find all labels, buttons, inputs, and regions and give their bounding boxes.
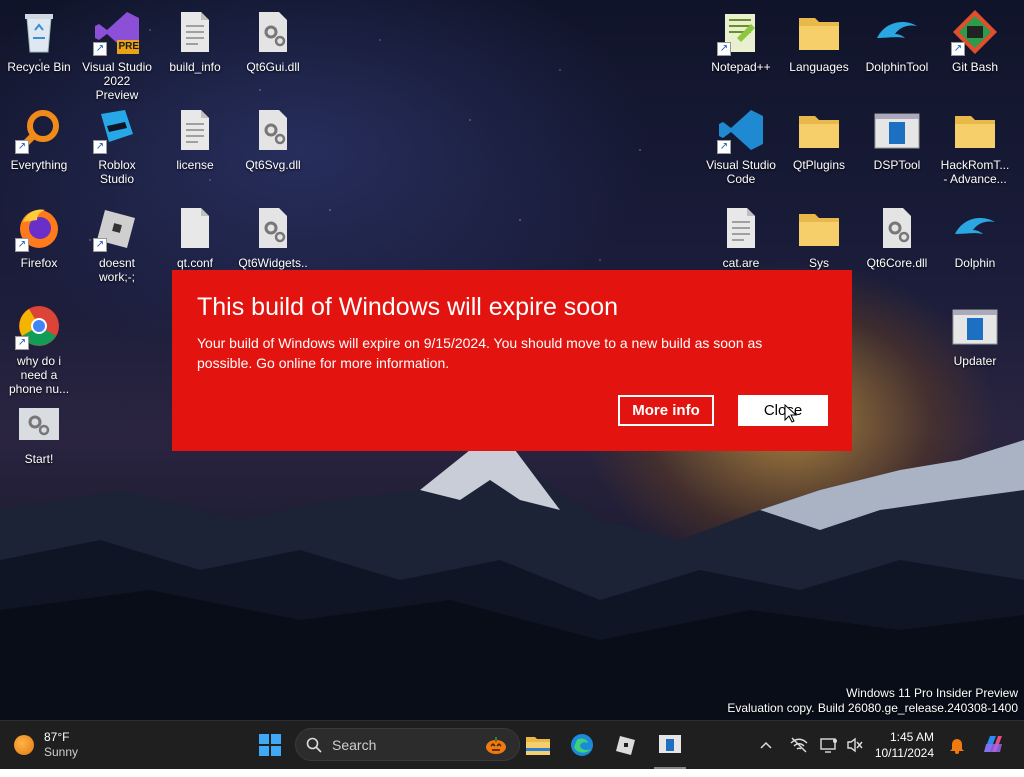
tray-copilot[interactable] <box>978 721 1008 769</box>
desktop-icon-qt6core[interactable]: Qt6Core.dll <box>861 204 933 270</box>
desktop-icon-qt6gui[interactable]: Qt6Gui.dll <box>237 8 309 74</box>
taskbar-edge[interactable] <box>566 721 598 769</box>
dialog-title: This build of Windows will expire soon <box>197 293 619 321</box>
display-icon <box>820 738 837 753</box>
weather-widget[interactable]: 87°F Sunny <box>14 721 104 769</box>
expiration-dialog: This build of Windows will expire soon Y… <box>172 270 852 451</box>
shortcut-arrow-icon: ↗ <box>717 42 731 56</box>
shortcut-arrow-icon: ↗ <box>93 42 107 56</box>
search-box[interactable]: Search <box>295 728 520 761</box>
settings-file-icon <box>19 408 59 440</box>
preview-badge: PRE <box>118 41 139 52</box>
clock-date: 10/11/2024 <box>874 746 934 760</box>
taskbar-file-explorer[interactable] <box>522 721 554 769</box>
desktop-icon-vscode[interactable]: ↗ Visual Studio Code <box>705 106 777 186</box>
dll-file-icon <box>259 208 287 248</box>
network-off-icon <box>790 737 808 753</box>
dolphin-icon <box>877 22 917 38</box>
app-window-icon <box>952 309 998 345</box>
more-info-button[interactable]: More info <box>618 395 714 426</box>
desktop: Recycle Bin PRE ↗ Visual Studio 2022 Prev… <box>0 0 1024 720</box>
desktop-icon-dolphintool[interactable]: DolphinTool <box>861 8 933 74</box>
shortcut-arrow-icon: ↗ <box>93 238 107 252</box>
tray-overflow[interactable] <box>756 721 776 769</box>
roblox-icon <box>616 736 635 755</box>
pumpkin-icon <box>486 737 506 754</box>
app-window-icon <box>874 113 920 149</box>
desktop-icon-doesnt-work[interactable]: ↗ doesnt work;-; <box>81 204 153 284</box>
desktop-icon-start[interactable]: Start! <box>3 400 75 466</box>
desktop-icon-cat-are[interactable]: cat.are <box>705 204 777 270</box>
blank-file-icon <box>181 208 209 248</box>
close-button[interactable]: Close <box>738 395 828 426</box>
chevron-up-icon <box>760 741 772 749</box>
tray-network[interactable] <box>788 721 810 769</box>
shortcut-arrow-icon: ↗ <box>15 238 29 252</box>
desktop-icon-build-info[interactable]: build_info <box>159 8 231 74</box>
shortcut-arrow-icon: ↗ <box>93 140 107 154</box>
desktop-icon-visual-studio[interactable]: PRE ↗ Visual Studio 2022 Preview <box>81 8 153 102</box>
weather-condition: Sunny <box>44 745 79 759</box>
clock-time: 1:45 AM <box>889 730 934 744</box>
taskbar: 87°F Sunny Search 1:45 AM 10/11/2024 <box>0 720 1024 769</box>
sun-icon <box>14 735 34 755</box>
desktop-icon-dolphin[interactable]: Dolphin <box>939 204 1011 270</box>
desktop-icon-chrome[interactable]: ↗ why do i need a phone nu... <box>3 302 75 396</box>
tray-volume[interactable] <box>844 721 866 769</box>
desktop-icon-updater[interactable]: Updater <box>939 302 1011 368</box>
dolphin-icon <box>955 218 995 234</box>
shortcut-arrow-icon: ↗ <box>717 140 731 154</box>
copilot-icon <box>984 736 1002 752</box>
desktop-icon-dsptool[interactable]: DSPTool <box>861 106 933 172</box>
taskbar-roblox[interactable] <box>610 721 642 769</box>
start-icon <box>259 734 281 756</box>
dll-file-icon <box>259 12 287 52</box>
tray-notifications[interactable] <box>946 721 968 769</box>
search-icon <box>306 737 322 753</box>
shortcut-arrow-icon: ↗ <box>951 42 965 56</box>
desktop-icon-sys[interactable]: Sys <box>783 204 855 270</box>
tray-display[interactable] <box>818 721 840 769</box>
weather-temp: 87°F <box>44 730 70 744</box>
taskbar-dsptool[interactable] <box>654 721 686 769</box>
shortcut-arrow-icon: ↗ <box>15 336 29 350</box>
dll-file-icon <box>259 110 287 150</box>
desktop-icon-qt6svg[interactable]: Qt6Svg.dll <box>237 106 309 172</box>
folder-icon <box>799 214 839 246</box>
desktop-icon-qt-conf[interactable]: qt.conf <box>159 204 231 270</box>
volume-muted-icon <box>847 737 863 753</box>
desktop-icon-license[interactable]: license <box>159 106 231 172</box>
text-file-icon <box>727 208 755 248</box>
bell-icon <box>950 739 964 754</box>
desktop-icon-git-bash[interactable]: ↗ Git Bash <box>939 8 1011 74</box>
desktop-icon-firefox[interactable]: ↗ Firefox <box>3 204 75 270</box>
evaluation-watermark: Windows 11 Pro Insider Preview Evaluatio… <box>727 686 1018 715</box>
folder-icon <box>799 18 839 50</box>
text-file-icon <box>181 12 209 52</box>
search-placeholder: Search <box>332 736 377 753</box>
edge-icon <box>571 734 593 756</box>
taskbar-clock[interactable]: 1:45 AM 10/11/2024 <box>872 721 934 777</box>
recycle-bin-icon <box>25 14 53 53</box>
start-button[interactable] <box>254 721 286 769</box>
folder-icon <box>955 116 995 148</box>
dialog-message: Your build of Windows will expire on 9/1… <box>197 335 763 371</box>
shortcut-arrow-icon: ↗ <box>15 140 29 154</box>
desktop-icon-languages[interactable]: Languages <box>783 8 855 74</box>
dsptool-icon <box>659 735 681 753</box>
file-explorer-icon <box>526 737 550 755</box>
mouse-cursor-icon <box>784 404 798 423</box>
desktop-icon-everything[interactable]: ↗ Everything <box>3 106 75 172</box>
desktop-icon-qtplugins[interactable]: QtPlugins <box>783 106 855 172</box>
folder-icon <box>799 116 839 148</box>
desktop-icon-notepadpp[interactable]: ↗ Notepad++ <box>705 8 777 74</box>
text-file-icon <box>181 110 209 150</box>
desktop-icon-recycle-bin[interactable]: Recycle Bin <box>3 8 75 74</box>
desktop-icon-roblox-studio[interactable]: ↗ Roblox Studio <box>81 106 153 186</box>
mountain-wallpaper <box>0 430 1024 720</box>
dll-file-icon <box>883 208 911 248</box>
desktop-icon-hackromtools[interactable]: HackRomT... - Advance... <box>939 106 1011 186</box>
